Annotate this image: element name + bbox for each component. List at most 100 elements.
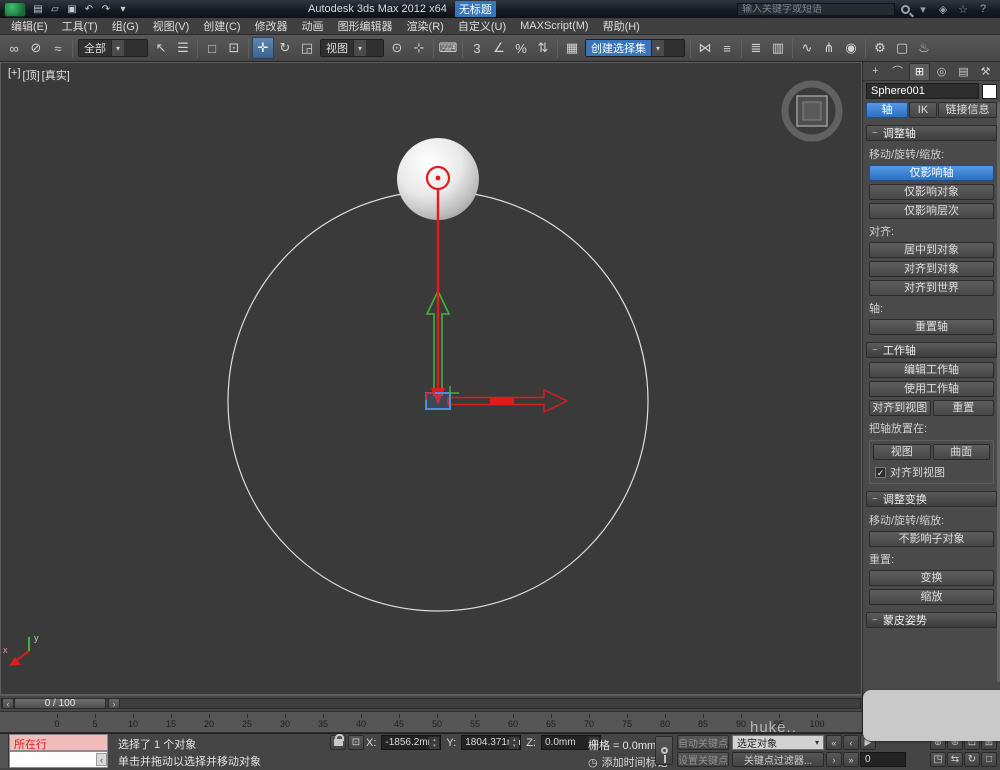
select-by-name-icon[interactable]: ☰ (172, 37, 194, 59)
use-working-pivot-button[interactable]: 使用工作轴 (869, 381, 994, 397)
listener-scroll-icon[interactable]: ‹ (96, 753, 107, 766)
render-setup-icon[interactable]: ⚙ (869, 37, 891, 59)
object-name-field[interactable]: Sphere001 (866, 83, 979, 99)
pivot-gizmo[interactable] (426, 393, 450, 409)
menu-item[interactable]: 图形编辑器 (331, 17, 400, 35)
viewport-menu-pov[interactable]: [顶] (23, 67, 40, 83)
previous-frame-button[interactable]: ‹ (843, 735, 859, 750)
collapse-icon[interactable]: − (872, 128, 878, 139)
rollout-header-working-pivot[interactable]: − 工作轴 (866, 342, 997, 358)
qat-dropdown-icon[interactable]: ▾ (115, 2, 131, 17)
reference-coordinate-dropdown[interactable]: 视图▾ (320, 39, 384, 57)
pan-button[interactable]: ⇆ (947, 752, 963, 767)
maximize-viewport-button[interactable]: □ (981, 752, 997, 767)
spinner-snap-icon[interactable]: ⇅ (532, 37, 554, 59)
select-and-move-icon[interactable]: ✛ (252, 37, 274, 59)
ribbon-toggle-icon[interactable]: ▥ (767, 37, 789, 59)
place-view-button[interactable]: 视图 (873, 444, 931, 460)
rollout-header-adjust-pivot[interactable]: − 调整轴 (866, 125, 997, 141)
help-icon[interactable]: ? (976, 3, 990, 15)
undo-icon[interactable]: ↶ (81, 2, 97, 17)
viewport-canvas[interactable]: y x (1, 63, 861, 694)
snap-toggle-3d-icon[interactable]: 3 (466, 37, 488, 59)
y-coordinate-field[interactable]: 1804.371mm▴▾ (461, 735, 521, 750)
affect-hierarchy-only-button[interactable]: 仅影响层次 (869, 203, 994, 219)
menu-item[interactable]: 视图(V) (146, 17, 197, 35)
spinner-icon[interactable]: ▴▾ (509, 737, 519, 749)
tab-motion[interactable]: ◎ (931, 63, 952, 80)
3ds-max-logo[interactable] (4, 2, 26, 17)
viewcube[interactable] (779, 78, 845, 144)
current-frame-field[interactable]: 0 (860, 752, 906, 767)
viewport-menu-shading[interactable]: [真实] (42, 67, 70, 83)
collapse-icon[interactable]: − (872, 345, 878, 356)
go-to-start-button[interactable]: « (826, 735, 842, 750)
search-dropdown-icon[interactable]: ▾ (916, 3, 930, 16)
menu-item[interactable]: 帮助(H) (596, 17, 647, 35)
render-production-icon[interactable]: ♨ (913, 37, 935, 59)
search-icon[interactable] (901, 5, 910, 14)
checkbox-checked-icon[interactable]: ✓ (875, 467, 886, 478)
subtab-ik[interactable]: IK (909, 102, 937, 118)
rendered-frame-icon[interactable]: ▢ (891, 37, 913, 59)
x-coordinate-field[interactable]: -1856.2mm▴▾ (381, 735, 441, 750)
listener-drag-handle[interactable] (0, 734, 9, 768)
tab-utilities[interactable]: ⚒ (975, 63, 996, 80)
reset-transform-button[interactable]: 变换 (869, 570, 994, 586)
chevron-down-icon[interactable]: ▾ (651, 40, 664, 56)
align-to-object-button[interactable]: 对齐到对象 (869, 261, 994, 277)
affect-pivot-only-button[interactable]: 仅影响轴 (869, 165, 994, 181)
timeline-ruler[interactable]: 0510152025303540455055606570758085909510… (0, 712, 862, 733)
menu-item[interactable]: MAXScript(M) (513, 19, 595, 33)
search-input[interactable] (737, 3, 895, 16)
spinner-icon[interactable]: ▴▾ (429, 737, 439, 749)
open-file-icon[interactable]: ▱ (47, 2, 63, 17)
named-selection-dropdown[interactable]: 创建选择集▾ (585, 39, 685, 57)
edit-named-selections-icon[interactable]: ▦ (561, 37, 583, 59)
time-slider-handle[interactable]: 0 / 100 (14, 698, 106, 709)
menu-item[interactable]: 渲染(R) (400, 17, 451, 35)
window-crossing-icon[interactable]: ⊡ (223, 37, 245, 59)
key-filters-button[interactable]: 关键点过滤器... (732, 752, 824, 767)
edit-working-pivot-button[interactable]: 编辑工作轴 (869, 362, 994, 378)
chevron-down-icon[interactable]: ▾ (811, 738, 823, 747)
align-to-world-button[interactable]: 对齐到世界 (869, 280, 994, 296)
menu-item[interactable]: 修改器 (248, 17, 295, 35)
menu-item[interactable]: 创建(C) (196, 17, 247, 35)
tab-create[interactable]: + (865, 63, 886, 80)
time-slider-track[interactable] (1, 698, 861, 709)
next-frame-button[interactable]: › (826, 752, 842, 767)
reset-button[interactable]: 重置 (933, 400, 995, 416)
affect-object-only-button[interactable]: 仅影响对象 (869, 184, 994, 200)
absolute-mode-button[interactable]: ⊡ (348, 735, 364, 750)
collapse-icon[interactable]: − (872, 615, 878, 626)
chevron-down-icon[interactable]: ▾ (111, 40, 124, 56)
maxscript-mini-listener-line1[interactable]: 所在行 (9, 734, 108, 751)
auto-key-button[interactable]: 自动关键点 (677, 735, 729, 750)
rollout-header-adjust-transform[interactable]: − 调整变换 (866, 491, 997, 507)
menu-item[interactable]: 自定义(U) (451, 17, 513, 35)
menu-item[interactable]: 工具(T) (55, 17, 105, 35)
mirror-icon[interactable]: ⋈ (694, 37, 716, 59)
object-color-swatch[interactable] (982, 84, 997, 99)
tab-display[interactable]: ▤ (953, 63, 974, 80)
subtab-pivot[interactable]: 轴 (866, 102, 908, 118)
bind-to-space-warp-icon[interactable]: ≈ (47, 37, 69, 59)
collapse-icon[interactable]: − (872, 494, 878, 505)
save-file-icon[interactable]: ▣ (64, 2, 80, 17)
center-to-object-button[interactable]: 居中到对象 (869, 242, 994, 258)
tab-hierarchy[interactable]: ⊞ (909, 63, 930, 80)
layer-manager-icon[interactable]: ≣ (745, 37, 767, 59)
favorites-star-icon[interactable]: ☆ (956, 3, 970, 16)
dont-affect-children-button[interactable]: 不影响子对象 (869, 531, 994, 547)
selection-filter-dropdown[interactable]: 全部▾ (78, 39, 148, 57)
curve-editor-icon[interactable]: ∿ (796, 37, 818, 59)
chevron-down-icon[interactable]: ▾ (353, 40, 366, 56)
percent-snap-icon[interactable]: % (510, 37, 532, 59)
select-and-rotate-icon[interactable]: ↻ (274, 37, 296, 59)
reset-pivot-button[interactable]: 重置轴 (869, 319, 994, 335)
viewport-menu-general[interactable]: [+] (8, 67, 21, 83)
communication-center-icon[interactable]: ◈ (936, 3, 950, 16)
select-and-link-icon[interactable]: ∞ (3, 37, 25, 59)
angle-snap-icon[interactable]: ∠ (488, 37, 510, 59)
